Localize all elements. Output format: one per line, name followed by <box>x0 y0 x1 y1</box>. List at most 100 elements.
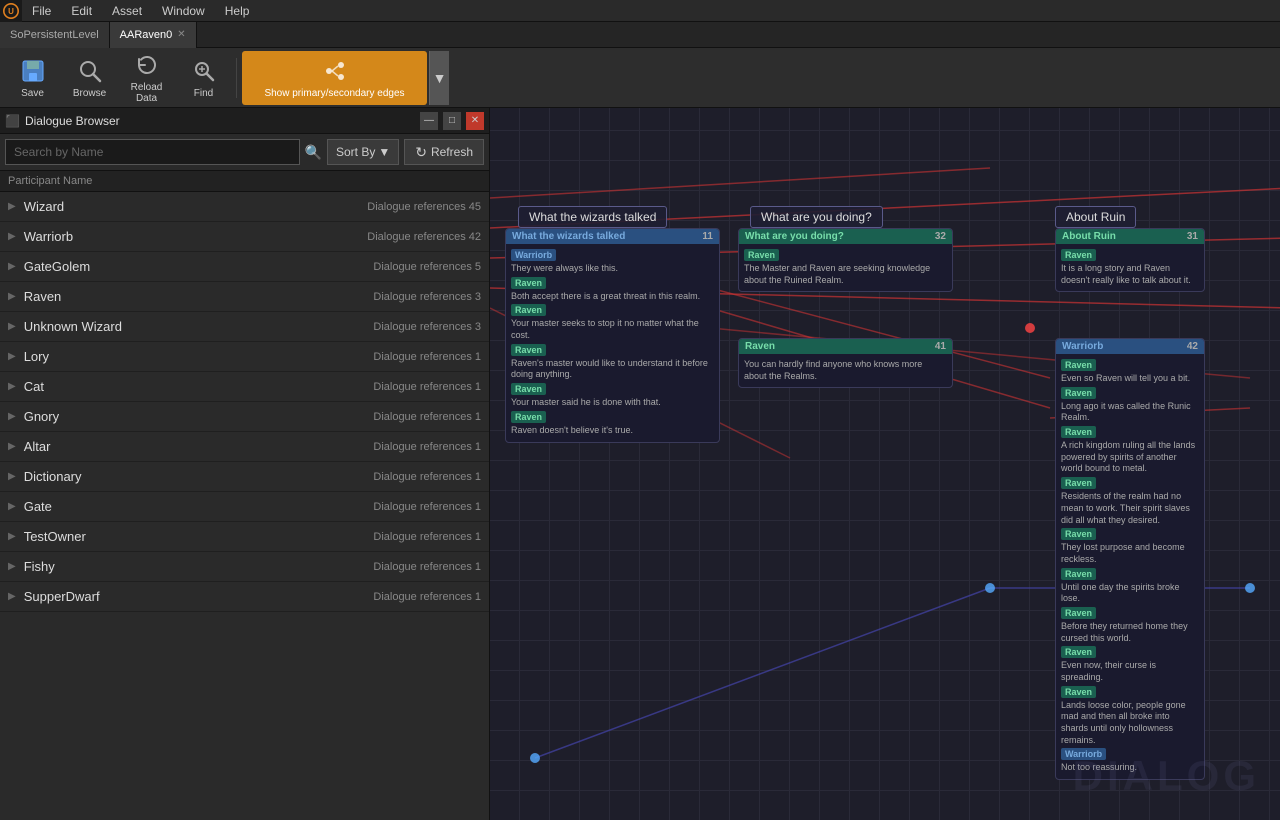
dialogue-refs: Dialogue references 1 <box>373 351 481 363</box>
node-header: Warriorb 42 <box>1056 339 1204 354</box>
menu-file[interactable]: File <box>22 2 61 20</box>
dialogue-text: Lands loose color, people gone mad and t… <box>1061 700 1199 747</box>
dialogue-line: Both accept there is a great threat in t… <box>511 291 714 303</box>
menu-help[interactable]: Help <box>215 2 260 20</box>
expand-icon: ▶ <box>8 441 16 452</box>
node-number: 11 <box>702 231 713 242</box>
speaker-badge: Raven <box>1061 477 1096 489</box>
menu-asset[interactable]: Asset <box>102 2 152 20</box>
dialogue-text: Your master said he is done with that. <box>511 397 661 409</box>
node-header: About Ruin 31 <box>1056 229 1204 244</box>
list-item[interactable]: ▶ Gate Dialogue references 1 <box>0 492 489 522</box>
dialogue-refs: Dialogue references 3 <box>373 291 481 303</box>
list-item[interactable]: ▶ Cat Dialogue references 1 <box>0 372 489 402</box>
tab-aaraven[interactable]: AARaven0 ✕ <box>110 22 197 48</box>
expand-icon: ▶ <box>8 471 16 482</box>
what-wizards-float-label: What the wizards talked <box>518 206 667 228</box>
what-doing-sub-card[interactable]: Raven 41 You can hardly find anyone who … <box>738 338 953 388</box>
node-canvas[interactable]: What the wizards talked What the wizards… <box>490 108 1280 820</box>
dialogue-line: Raven <box>1061 646 1199 658</box>
speaker-badge: Raven <box>511 383 546 395</box>
node-number: 41 <box>935 341 946 352</box>
list-item[interactable]: ▶ Gnory Dialogue references 1 <box>0 402 489 432</box>
dialogue-refs: Dialogue references 1 <box>373 411 481 423</box>
dialogue-browser-icon: ⬛ <box>5 114 20 128</box>
expand-icon: ▶ <box>8 561 16 572</box>
about-ruin-warriorb-card[interactable]: Warriorb 42 Raven Even so Raven will tel… <box>1055 338 1205 780</box>
expand-icon: ▶ <box>8 231 16 242</box>
speaker-badge: Raven <box>511 277 546 289</box>
what-doing-card[interactable]: What are you doing? 32 Raven The Master … <box>738 228 953 292</box>
tab-persistent-level[interactable]: SoPersistentLevel <box>0 22 110 48</box>
list-item[interactable]: ▶ Lory Dialogue references 1 <box>0 342 489 372</box>
find-label: Find <box>194 88 213 99</box>
expand-icon: ▶ <box>8 501 16 512</box>
toolbar-dropdown-arrow[interactable]: ▼ <box>429 51 449 105</box>
dialogue-line: Raven <box>1061 686 1199 698</box>
reload-data-button[interactable]: Reload Data <box>119 51 174 105</box>
show-edges-button[interactable]: Show primary/secondary edges <box>242 51 427 105</box>
browse-button[interactable]: Browse <box>62 51 117 105</box>
db-list[interactable]: ▶ Wizard Dialogue references 45 ▶ Warrio… <box>0 192 489 820</box>
what-wizards-card[interactable]: What the wizards talked 11 Warriorb They… <box>505 228 720 443</box>
save-icon <box>19 57 47 85</box>
save-button[interactable]: Save <box>5 51 60 105</box>
minimize-button[interactable]: — <box>420 112 438 130</box>
svg-text:U: U <box>8 7 14 16</box>
dialogue-text: Raven's master would like to understand … <box>511 358 714 381</box>
about-ruin-card[interactable]: About Ruin 31 Raven It is a long story a… <box>1055 228 1205 292</box>
search-input[interactable] <box>5 139 300 165</box>
reload-icon <box>133 51 161 79</box>
speaker-badge: Raven <box>1061 686 1096 698</box>
menu-window[interactable]: Window <box>152 2 215 20</box>
sort-by-button[interactable]: Sort By ▼ <box>327 139 399 165</box>
expand-icon: ▶ <box>8 411 16 422</box>
dialogue-line: Lands loose color, people gone mad and t… <box>1061 700 1199 747</box>
dialogue-refs: Dialogue references 1 <box>373 531 481 543</box>
node-body: You can hardly find anyone who knows mor… <box>739 354 952 387</box>
tab-bar: SoPersistentLevel AARaven0 ✕ <box>0 22 1280 48</box>
list-item[interactable]: ▶ Raven Dialogue references 3 <box>0 282 489 312</box>
participant-name: SupperDwarf <box>24 589 374 604</box>
list-item[interactable]: ▶ Wizard Dialogue references 45 <box>0 192 489 222</box>
list-item[interactable]: ▶ Warriorb Dialogue references 42 <box>0 222 489 252</box>
speaker-badge: Warriorb <box>511 249 556 261</box>
list-item[interactable]: ▶ Altar Dialogue references 1 <box>0 432 489 462</box>
close-button[interactable]: ✕ <box>466 112 484 130</box>
list-item[interactable]: ▶ Unknown Wizard Dialogue references 3 <box>0 312 489 342</box>
dialogue-line: Raven <box>1061 528 1199 540</box>
save-label: Save <box>21 88 44 99</box>
node-body: Raven It is a long story and Raven doesn… <box>1056 244 1204 291</box>
dialogue-text: It is a long story and Raven doesn't rea… <box>1061 263 1199 286</box>
sort-chevron-icon: ▼ <box>378 145 390 159</box>
what-doing-float-label: What are you doing? <box>750 206 883 228</box>
list-item[interactable]: ▶ TestOwner Dialogue references 1 <box>0 522 489 552</box>
float-label-text: About Ruin <box>1066 210 1125 224</box>
list-item[interactable]: ▶ GateGolem Dialogue references 5 <box>0 252 489 282</box>
refresh-label: Refresh <box>431 145 473 159</box>
dialogue-browser-title: Dialogue Browser <box>25 114 415 128</box>
participant-name: Cat <box>24 379 374 394</box>
list-item[interactable]: ▶ Dictionary Dialogue references 1 <box>0 462 489 492</box>
dialogue-text: You can hardly find anyone who knows mor… <box>744 359 947 382</box>
maximize-button[interactable]: □ <box>443 112 461 130</box>
list-item[interactable]: ▶ SupperDwarf Dialogue references 1 <box>0 582 489 612</box>
left-panel: ⬛ Dialogue Browser — □ ✕ 🔍 Sort By ▼ ↻ R… <box>0 108 490 820</box>
close-icon[interactable]: ✕ <box>177 29 185 40</box>
node-number: 31 <box>1187 231 1198 242</box>
find-button[interactable]: Find <box>176 51 231 105</box>
node-body: Warriorb They were always like this. Rav… <box>506 244 719 442</box>
node-title: About Ruin <box>1062 231 1116 242</box>
dialogue-refs: Dialogue references 1 <box>373 561 481 573</box>
float-label-text: What are you doing? <box>761 210 872 224</box>
dialogue-refs: Dialogue references 1 <box>373 501 481 513</box>
list-item[interactable]: ▶ Fishy Dialogue references 1 <box>0 552 489 582</box>
dialogue-line: Even now, their curse is spreading. <box>1061 660 1199 683</box>
menu-edit[interactable]: Edit <box>61 2 102 20</box>
dialogue-text: Even so Raven will tell you a bit. <box>1061 373 1190 385</box>
speaker-badge: Raven <box>1061 568 1096 580</box>
speaker-badge: Raven <box>1061 607 1096 619</box>
refresh-button[interactable]: ↻ Refresh <box>404 139 484 165</box>
dialogue-text: Residents of the realm had no mean to wo… <box>1061 491 1199 526</box>
db-column-header: Participant Name <box>0 171 489 192</box>
